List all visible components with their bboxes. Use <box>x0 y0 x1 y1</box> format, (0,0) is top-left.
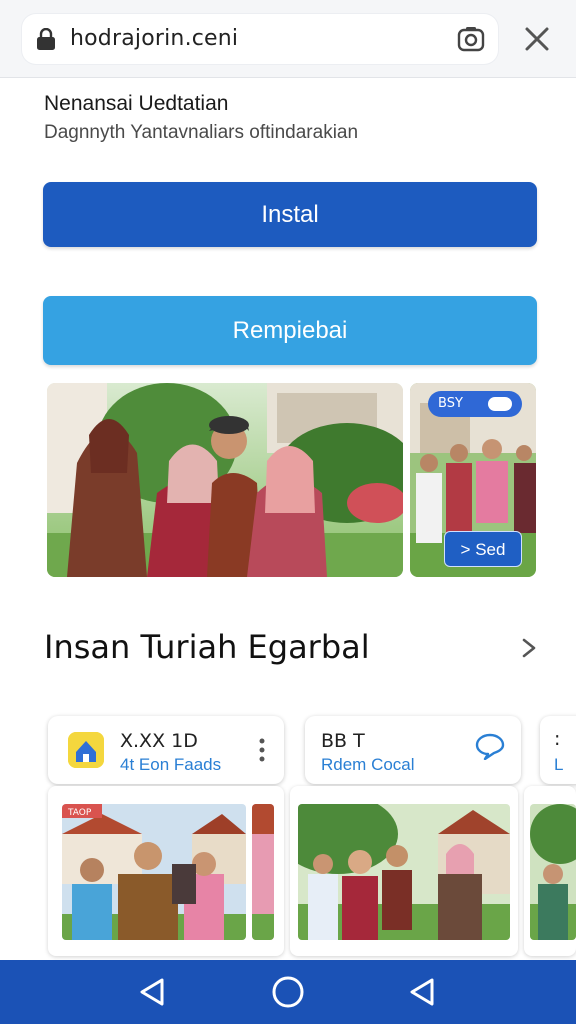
gallery-photo: TAOP <box>62 804 246 940</box>
screenshot-action-button[interactable]: > Sed <box>444 531 522 567</box>
gallery-card[interactable] <box>290 786 518 956</box>
system-nav-bar <box>0 960 576 1024</box>
sign-text: TAOP <box>67 808 92 818</box>
chat-icon[interactable] <box>475 732 505 760</box>
back-triangle-icon[interactable] <box>134 974 170 1010</box>
section-title: Insan Turiah Egarbal <box>44 628 370 666</box>
gallery-photo <box>298 804 510 940</box>
back-triangle-icon[interactable] <box>404 974 440 1010</box>
house-app-icon <box>68 732 104 768</box>
close-icon[interactable] <box>520 22 554 56</box>
app-subtitle: Dagnnyth Yantavnaliars oftindarakian <box>44 122 359 143</box>
related-app-card[interactable]: X.XX 1D 4t Eon Faads <box>48 716 284 784</box>
gallery-photo <box>530 804 576 940</box>
gallery-photo <box>252 804 274 940</box>
app-title: Nenansai Uedtatian <box>44 92 229 115</box>
screenshot-1[interactable] <box>47 383 403 577</box>
screenshot-2[interactable]: BSY > Sed <box>410 383 536 577</box>
related-app-subtitle: Rdem Cocal <box>321 755 415 774</box>
related-app-title: : <box>554 728 561 750</box>
related-app-card[interactable]: BB T Rdem Cocal <box>305 716 521 784</box>
screenshot-badge-label: BSY <box>438 396 463 411</box>
install-button[interactable]: Instal <box>43 182 537 247</box>
related-app-title: BB T <box>321 730 365 752</box>
screenshot-1-photo <box>47 383 403 577</box>
related-app-card[interactable]: : L <box>540 716 576 784</box>
toggle-icon <box>488 397 512 411</box>
gallery-card[interactable]: TAOP <box>48 786 284 956</box>
address-bar[interactable]: hodrajorin.ceni <box>22 14 498 64</box>
related-app-subtitle: 4t Eon Faads <box>120 755 222 774</box>
browser-toolbar: hodrajorin.ceni <box>0 0 576 78</box>
gallery-card[interactable] <box>524 786 576 956</box>
secondary-button[interactable]: Rempiebai <box>43 296 537 365</box>
lock-icon <box>37 28 55 50</box>
related-app-subtitle: L <box>554 755 564 774</box>
screenshot-badge: BSY <box>428 391 522 417</box>
camera-icon[interactable] <box>456 24 486 54</box>
url-text[interactable]: hodrajorin.ceni <box>70 26 238 51</box>
home-circle-icon[interactable] <box>270 974 306 1010</box>
more-vert-icon[interactable] <box>259 738 265 762</box>
chevron-right-icon[interactable] <box>518 636 540 660</box>
related-app-title: X.XX 1D <box>120 730 198 752</box>
